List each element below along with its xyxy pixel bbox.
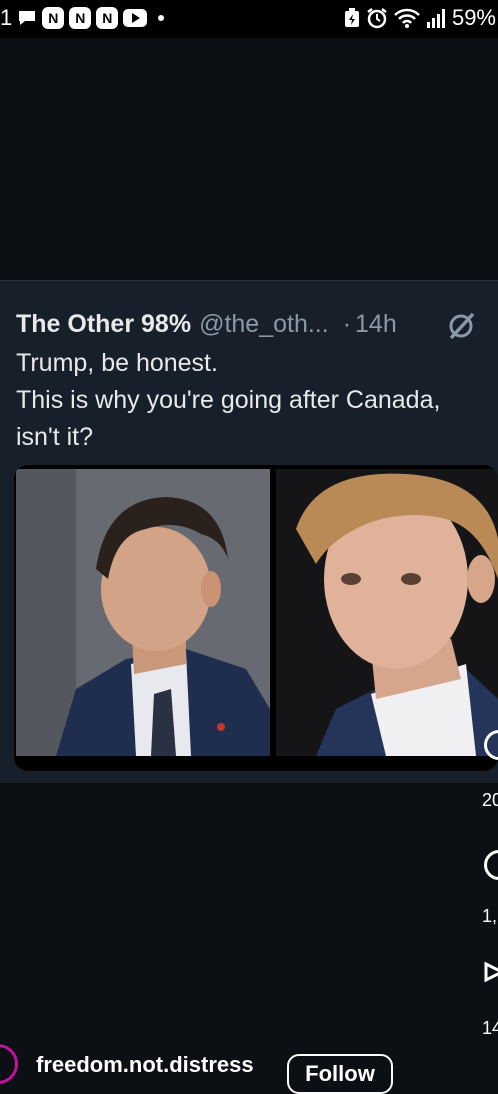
- battery-saver-icon: [344, 8, 360, 28]
- alarm-icon: [366, 7, 388, 29]
- follow-button[interactable]: Follow: [287, 1054, 393, 1094]
- status-bar: 1 N N N 59%: [0, 0, 498, 38]
- tweet-text-line: isn't it?: [16, 423, 94, 451]
- comment-count: 1,: [482, 906, 498, 926]
- wifi-icon: [394, 8, 420, 28]
- tweet-text-line: Trump, be honest.: [16, 349, 218, 377]
- app-notification-icon: N: [69, 7, 92, 29]
- photo-left[interactable]: [16, 469, 270, 756]
- account-name[interactable]: freedom.not.distress: [36, 1052, 254, 1078]
- tweet-age: 14h: [355, 309, 397, 338]
- avatar[interactable]: [0, 1044, 18, 1084]
- account-row: freedom.not.distress Follow: [0, 1040, 498, 1094]
- app-notification-icon: N: [42, 7, 65, 29]
- share-icon[interactable]: [484, 960, 498, 990]
- separator-dot: ·: [342, 309, 352, 338]
- status-time: 1: [0, 5, 13, 30]
- app-notification-icon: N: [96, 7, 119, 29]
- share-count: 14: [482, 1018, 498, 1038]
- author-handle[interactable]: @the_oth...: [199, 310, 329, 339]
- author-name[interactable]: The Other 98%: [16, 310, 191, 339]
- more-notifications-dot: [158, 15, 165, 21]
- tweet-card[interactable]: The Other 98% @the_oth... · 14h Trump, b…: [0, 280, 498, 783]
- tweet-header: The Other 98% @the_oth... · 14h: [16, 307, 397, 341]
- like-count: 20: [482, 790, 498, 810]
- signal-icon: [426, 8, 446, 28]
- youtube-icon: [123, 9, 148, 27]
- tweet-text-line: This is why you're going after Canada,: [16, 386, 441, 414]
- tweet-media[interactable]: [14, 465, 498, 771]
- comment-icon[interactable]: [484, 850, 498, 880]
- photo-right[interactable]: [276, 469, 498, 756]
- status-left: 1 N N N: [0, 5, 165, 31]
- grok-icon[interactable]: [446, 311, 476, 341]
- tweet-text: Trump, be honest. This is why you're goi…: [16, 345, 496, 456]
- empty-area: [0, 38, 498, 280]
- battery-percent: 59%: [451, 5, 496, 30]
- action-rail: 20 1, 14: [480, 720, 498, 1080]
- like-icon[interactable]: [484, 730, 498, 760]
- status-right: 59%: [344, 5, 496, 31]
- chat-bubble-icon: [17, 9, 37, 27]
